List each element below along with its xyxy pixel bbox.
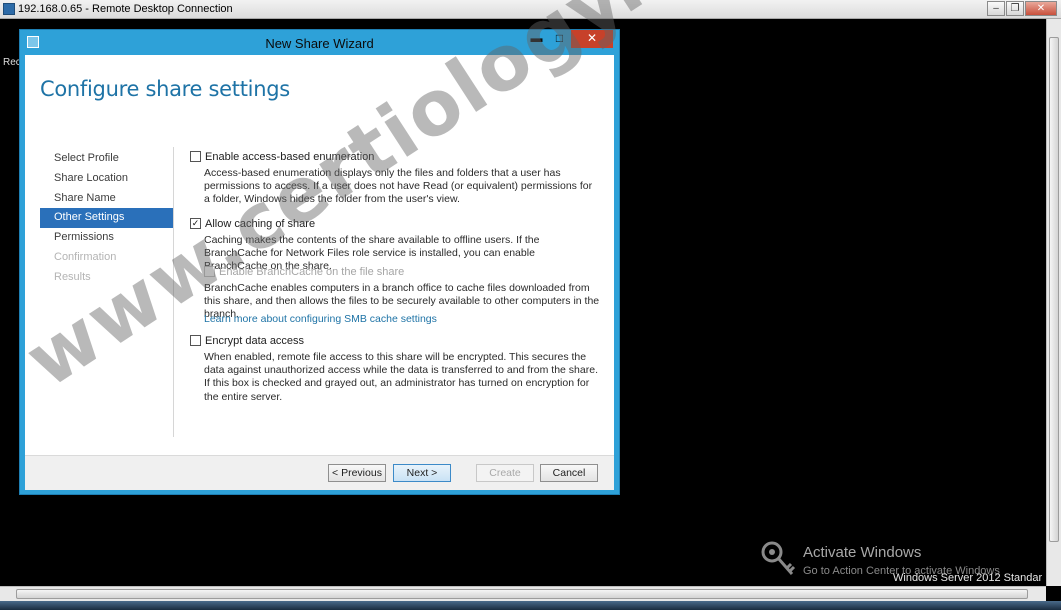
rdp-window-controls: – ❐ ✕ xyxy=(986,1,1057,16)
smb-cache-settings-link[interactable]: Learn more about configuring SMB cache s… xyxy=(190,313,600,327)
abe-description: Access-based enumeration displays only t… xyxy=(204,167,593,206)
wizard-maximize-button[interactable]: □ xyxy=(548,30,571,48)
wizard-step-nav: Select Profile Share Location Share Name… xyxy=(40,149,173,288)
abe-label: Enable access-based enumeration xyxy=(205,151,375,163)
horizontal-scrollbar[interactable] xyxy=(0,586,1046,601)
horizontal-scrollbar-thumb[interactable] xyxy=(16,589,1028,599)
nav-step-other-settings[interactable]: Other Settings xyxy=(40,208,173,229)
rdp-minimize-button[interactable]: – xyxy=(987,1,1005,16)
wizard-window-controls: ▬ □ ✕ xyxy=(525,30,613,48)
wizard-close-button[interactable]: ✕ xyxy=(571,30,613,48)
encrypt-option[interactable]: Encrypt data access xyxy=(190,333,600,349)
cancel-button[interactable]: Cancel xyxy=(540,464,598,482)
vertical-scrollbar[interactable] xyxy=(1046,19,1061,586)
encrypt-label: Encrypt data access xyxy=(205,335,305,347)
settings-content: Enable access-based enumeration Access-b… xyxy=(190,149,600,404)
wizard-titlebar[interactable]: New Share Wizard ▬ □ ✕ xyxy=(20,30,619,55)
server-edition-label: Windows Server 2012 Standar xyxy=(893,572,1043,584)
wizard-footer: < Previous Next > Create Cancel xyxy=(25,455,614,490)
taskbar xyxy=(0,601,1061,610)
nav-step-permissions[interactable]: Permissions xyxy=(40,228,173,248)
key-icon xyxy=(761,541,796,575)
abe-option[interactable]: Enable access-based enumeration xyxy=(190,149,600,165)
create-button: Create xyxy=(476,464,534,482)
nav-step-share-location[interactable]: Share Location xyxy=(40,169,173,189)
rdp-restore-button[interactable]: ❐ xyxy=(1006,1,1024,16)
rdp-titlebar: 192.168.0.65 - Remote Desktop Connection… xyxy=(0,0,1061,19)
previous-button[interactable]: < Previous xyxy=(328,464,386,482)
caching-label: Allow caching of share xyxy=(205,218,316,230)
wizard-body: Configure share settings Select Profile … xyxy=(25,55,614,490)
caching-option[interactable]: ✓ Allow caching of share xyxy=(190,216,600,232)
activate-windows-title: Activate Windows xyxy=(803,544,922,561)
abe-checkbox[interactable] xyxy=(190,151,201,162)
rdp-close-button[interactable]: ✕ xyxy=(1025,1,1057,16)
branchcache-description: BranchCache enables computers in a branc… xyxy=(204,282,600,321)
nav-divider xyxy=(173,147,174,437)
encrypt-checkbox[interactable] xyxy=(190,335,201,346)
next-button[interactable]: Next > xyxy=(393,464,451,482)
nav-step-results: Results xyxy=(54,270,91,283)
nav-step-select-profile[interactable]: Select Profile xyxy=(40,149,173,169)
caching-checkbox[interactable]: ✓ xyxy=(190,218,201,229)
remote-desktop-icon xyxy=(3,3,15,15)
page-title: Configure share settings xyxy=(40,77,290,101)
nav-step-share-name[interactable]: Share Name xyxy=(40,189,173,209)
branchcache-checkbox xyxy=(204,266,215,277)
wizard-minimize-button[interactable]: ▬ xyxy=(525,30,548,48)
vertical-scrollbar-thumb[interactable] xyxy=(1049,37,1059,542)
new-share-wizard-window: New Share Wizard ▬ □ ✕ Configure share s… xyxy=(19,29,620,495)
branchcache-label: Enable BranchCache on the file share xyxy=(219,266,405,278)
rdp-window-title: 192.168.0.65 - Remote Desktop Connection xyxy=(18,3,233,15)
nav-step-confirmation: Confirmation xyxy=(54,250,117,263)
encrypt-description: When enabled, remote file access to this… xyxy=(204,351,598,403)
caching-description: Caching makes the contents of the share … xyxy=(204,234,540,273)
branchcache-option: Enable BranchCache on the file share xyxy=(190,264,600,280)
